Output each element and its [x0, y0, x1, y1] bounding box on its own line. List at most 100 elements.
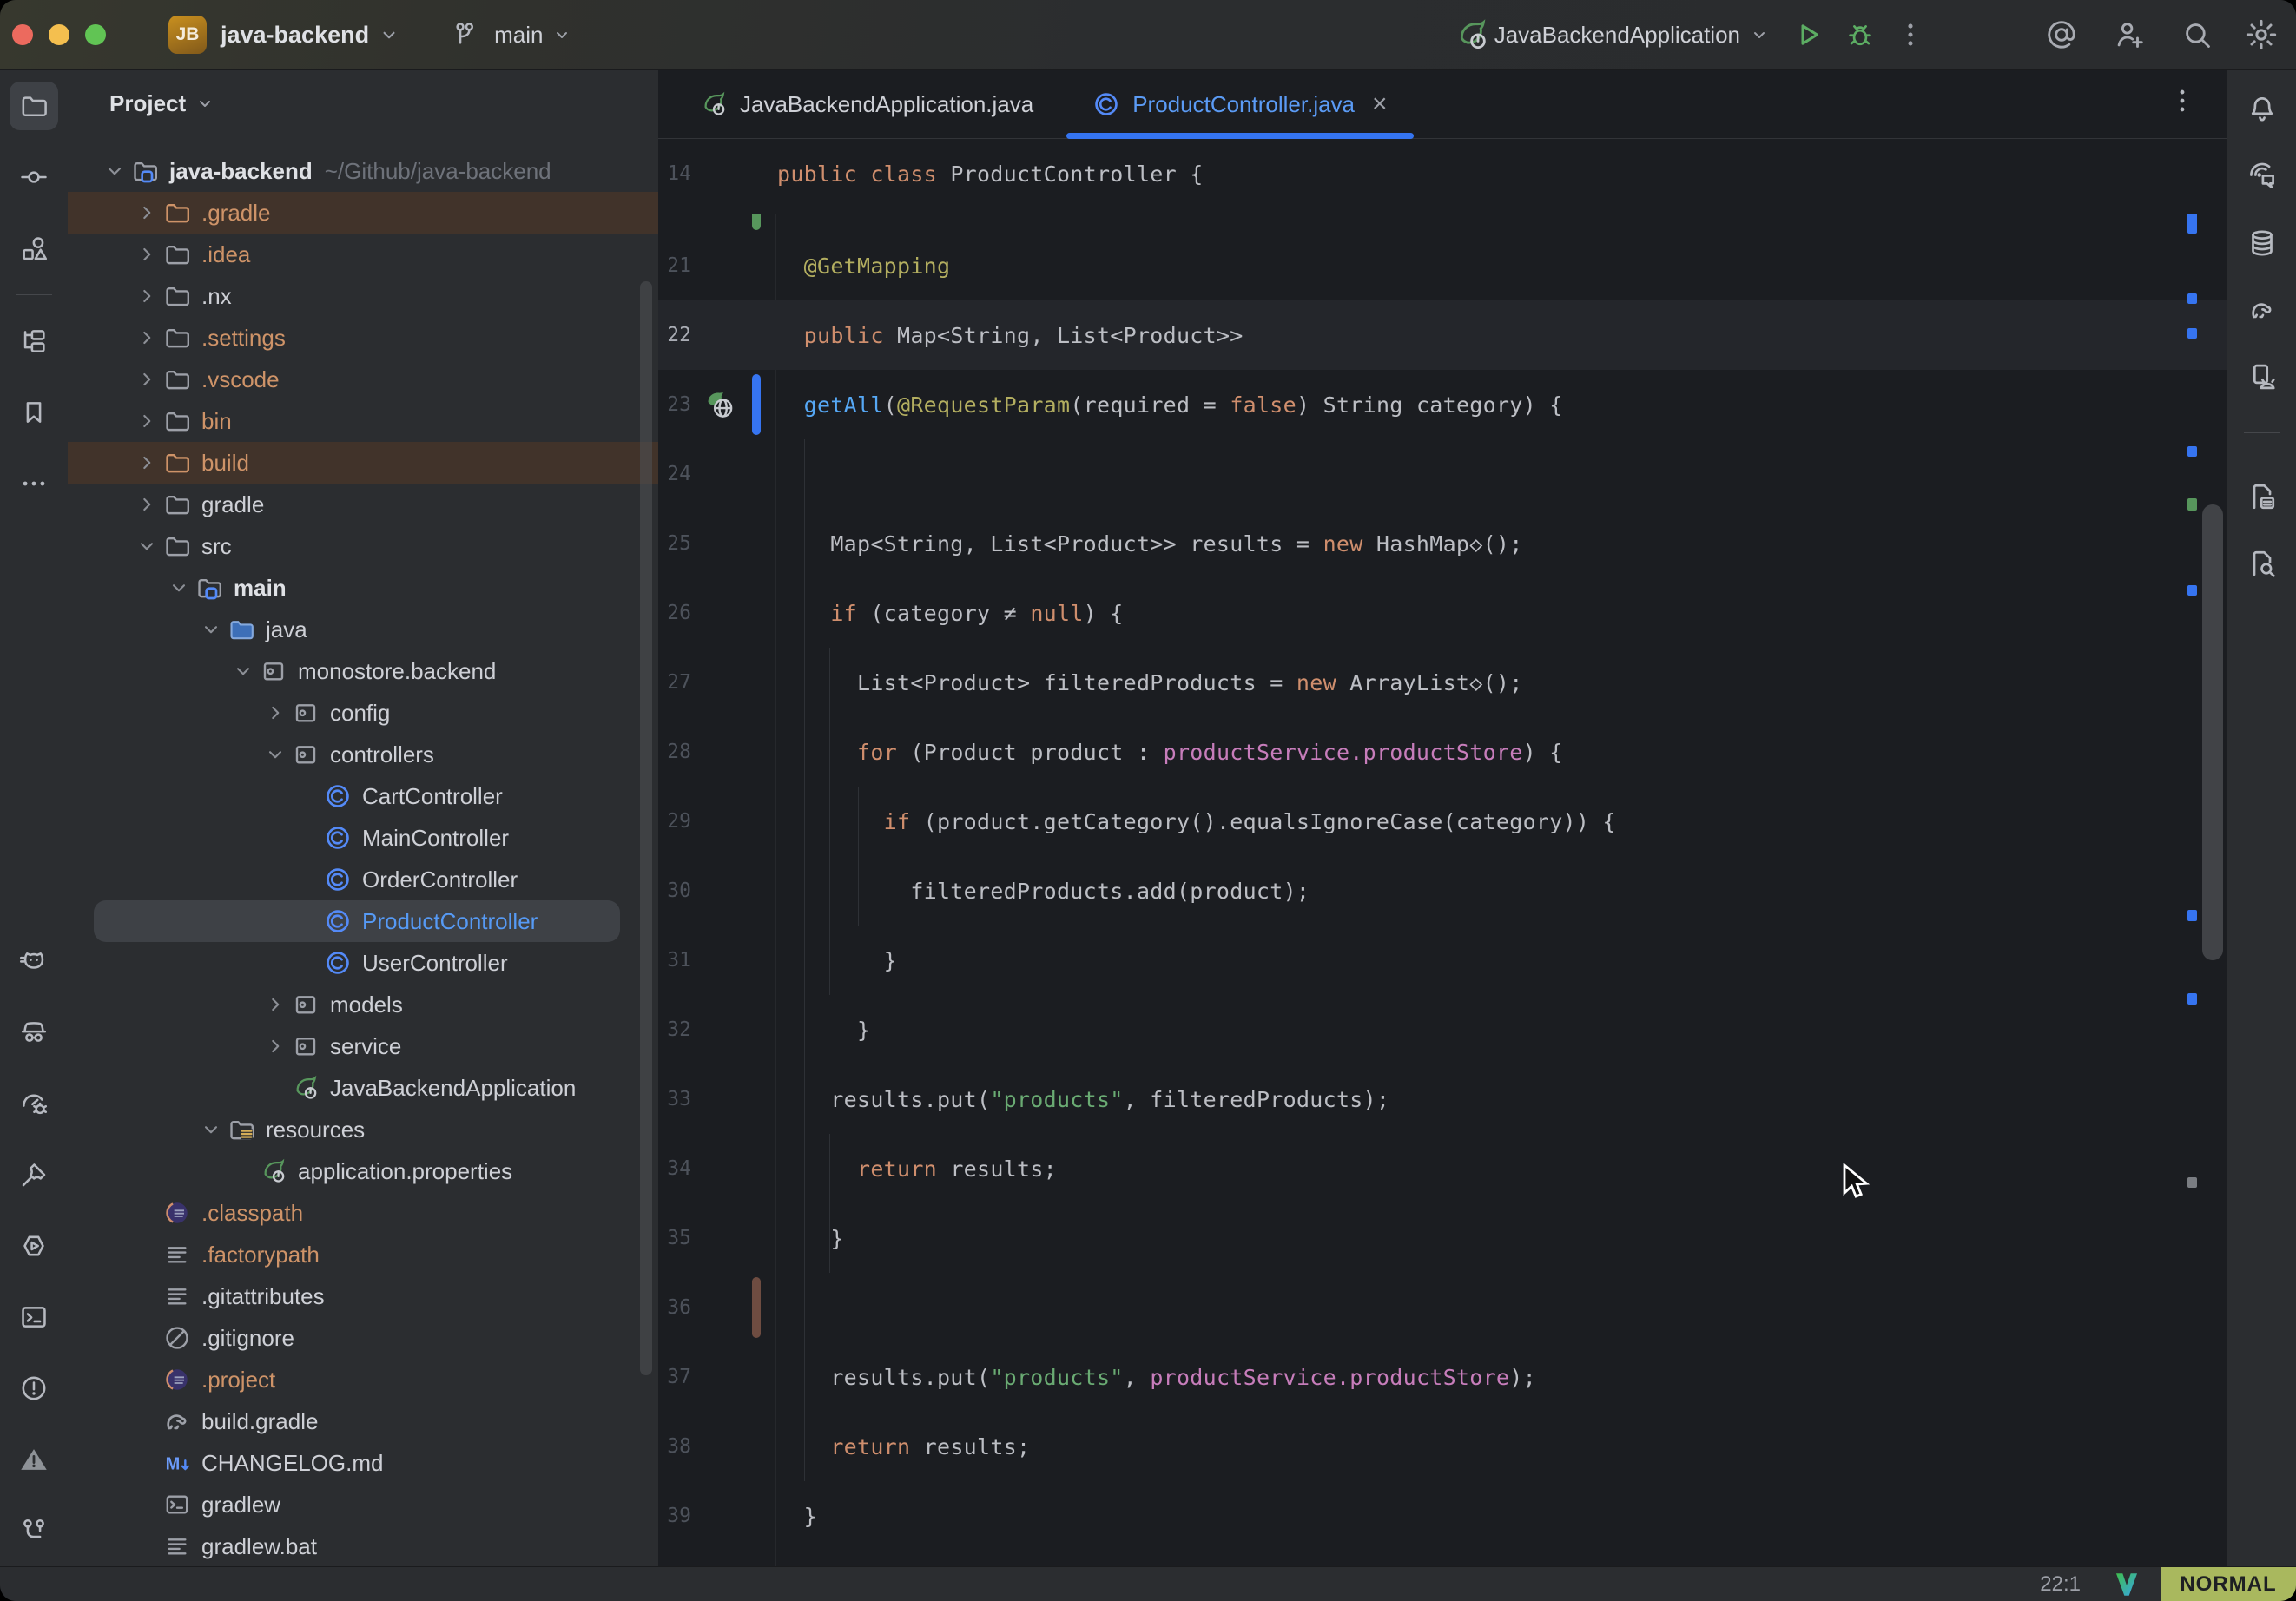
branch-selector[interactable]: main [494, 22, 543, 49]
tree-item-ProductController[interactable]: ProductController [68, 900, 658, 942]
tool-incognito-icon[interactable] [0, 997, 68, 1068]
tree-item-build[interactable]: build [68, 442, 658, 484]
tree-item-.factorypath[interactable]: .factorypath [68, 1234, 658, 1275]
chevron-down-icon[interactable] [1749, 24, 1770, 45]
debug-button[interactable] [1841, 16, 1879, 54]
tool-warnings-icon[interactable] [0, 1424, 68, 1495]
tree-item-CartController[interactable]: CartController [68, 775, 658, 817]
chevron-right-icon[interactable] [261, 1031, 290, 1061]
tool-ai-chat-icon[interactable] [2228, 142, 2296, 209]
editor-tab-JavaBackendApplication.java[interactable]: JavaBackendApplication.java [670, 70, 1063, 138]
chevron-right-icon[interactable] [261, 698, 290, 728]
tree-item-application.properties[interactable]: application.properties [68, 1150, 658, 1192]
tree-item-OrderController[interactable]: OrderController [68, 859, 658, 900]
run-button[interactable] [1789, 16, 1827, 54]
tree-item-CHANGELOG.md[interactable]: MCHANGELOG.md [68, 1442, 658, 1484]
chevron-down-icon[interactable] [164, 573, 194, 603]
code-with-me-icon[interactable] [2110, 16, 2148, 54]
project-tree-scrollbar[interactable] [640, 281, 652, 1375]
code-line-22[interactable]: 22 public Map<String, List<Product>> [658, 300, 2227, 370]
tree-item-JavaBackendApplication[interactable]: JavaBackendApplication [68, 1067, 658, 1109]
tree-item-src[interactable]: src [68, 525, 658, 567]
chevron-down-icon[interactable] [132, 531, 162, 561]
code-line-27[interactable]: 27 List<Product> filteredProducts = new … [658, 648, 2227, 717]
ai-assistant-icon[interactable] [2042, 16, 2081, 54]
line-number[interactable]: 23 [658, 393, 696, 416]
settings-gear-icon[interactable] [2242, 16, 2280, 54]
tree-item-MainController[interactable]: MainController [68, 817, 658, 859]
chevron-down-icon[interactable] [261, 740, 290, 769]
line-number[interactable]: 35 [658, 1227, 696, 1249]
tree-item-service[interactable]: service [68, 1025, 658, 1067]
line-number[interactable]: 36 [658, 1296, 696, 1319]
line-number[interactable]: 37 [658, 1366, 696, 1388]
tool-database-icon[interactable] [2228, 209, 2296, 276]
tree-item-config[interactable]: config [68, 692, 658, 734]
chevron-down-icon[interactable] [378, 23, 400, 46]
scroll-stripe-mark[interactable] [2187, 498, 2197, 511]
chevron-down-icon[interactable] [551, 24, 572, 45]
line-number[interactable]: 14 [658, 162, 696, 185]
chevron-right-icon[interactable] [132, 240, 162, 269]
tree-item-java-backend[interactable]: java-backend~/Github/java-backend [68, 150, 658, 192]
line-number[interactable]: 26 [658, 602, 696, 624]
caret-position-widget[interactable]: 22:1 [2040, 1572, 2081, 1597]
code-line-31[interactable]: 31 } [658, 926, 2227, 995]
tree-item-.vscode[interactable]: .vscode [68, 359, 658, 400]
tree-item-gradle[interactable]: gradle [68, 484, 658, 525]
tree-item-build.gradle[interactable]: build.gradle [68, 1400, 658, 1442]
line-number[interactable]: 38 [658, 1435, 696, 1458]
project-selector[interactable]: java-backend [221, 22, 369, 49]
scroll-stripe-mark[interactable] [2187, 446, 2197, 457]
vim-mode-badge[interactable]: NORMAL [2161, 1567, 2296, 1601]
tree-item-main[interactable]: main [68, 567, 658, 609]
tool-profiler-icon[interactable] [0, 1068, 68, 1139]
tab-options-kebab-icon[interactable] [2167, 86, 2197, 120]
tool-packages-icon[interactable] [0, 213, 68, 284]
line-number[interactable]: 29 [658, 810, 696, 833]
tool-build-hammer-icon[interactable] [0, 1139, 68, 1210]
tree-item-gradlew[interactable]: gradlew [68, 1484, 658, 1525]
tool-copilot-cat-icon[interactable] [0, 926, 68, 997]
tree-item-.gitignore[interactable]: .gitignore [68, 1317, 658, 1359]
scroll-stripe-mark[interactable] [2187, 910, 2197, 921]
line-number[interactable]: 39 [658, 1505, 696, 1527]
tree-item-controllers[interactable]: controllers [68, 734, 658, 775]
ideavim-icon[interactable] [2112, 1570, 2141, 1599]
code-line-30[interactable]: 30 filteredProducts.add(product); [658, 856, 2227, 926]
tool-problems-icon[interactable] [0, 1353, 68, 1424]
scroll-stripe-mark[interactable] [2187, 328, 2197, 339]
line-number[interactable]: 28 [658, 741, 696, 763]
chevron-right-icon[interactable] [132, 490, 162, 519]
tool-documentation-icon[interactable] [2228, 463, 2296, 530]
tree-item-monostore.backend[interactable]: monostore.backend [68, 650, 658, 692]
code-line-29[interactable]: 29 if (product.getCategory().equalsIgnor… [658, 787, 2227, 856]
chevron-down-icon[interactable] [195, 93, 215, 114]
tree-item-bin[interactable]: bin [68, 400, 658, 442]
sticky-context-line[interactable]: 14public class ProductController { [658, 139, 2227, 214]
tool-gradle-elephant-icon[interactable] [2228, 276, 2296, 343]
chevron-right-icon[interactable] [132, 198, 162, 227]
code-line-36[interactable]: 36 [658, 1273, 2227, 1342]
run-configuration-selector[interactable]: JavaBackendApplication [1494, 22, 1740, 49]
editor-scrollbar[interactable] [2202, 504, 2223, 960]
code-line-24[interactable]: 24 [658, 439, 2227, 509]
code-line-14[interactable]: 14public class ProductController { [658, 139, 2227, 208]
vcs-added-marker[interactable] [752, 214, 761, 230]
tool-more-icon[interactable] [0, 448, 68, 519]
code-line-35[interactable]: 35 } [658, 1203, 2227, 1273]
chevron-down-icon[interactable] [196, 615, 226, 644]
tree-item-.classpath[interactable]: .classpath [68, 1192, 658, 1234]
tool-notifications-bell-icon[interactable] [2228, 76, 2296, 142]
code-line-34[interactable]: 34 return results; [658, 1134, 2227, 1203]
tree-item-resources[interactable]: resources [68, 1109, 658, 1150]
line-number[interactable]: 24 [658, 463, 696, 485]
vcs-modified-marker[interactable] [752, 374, 761, 435]
code-line-25[interactable]: 25 Map<String, List<Product>> results = … [658, 509, 2227, 578]
chevron-down-icon[interactable] [196, 1115, 226, 1144]
tool-commit-icon[interactable] [0, 142, 68, 213]
line-number[interactable]: 22 [658, 324, 696, 346]
chevron-right-icon[interactable] [132, 281, 162, 311]
line-number[interactable]: 30 [658, 880, 696, 902]
tree-item-.gradle[interactable]: .gradle [68, 192, 658, 234]
